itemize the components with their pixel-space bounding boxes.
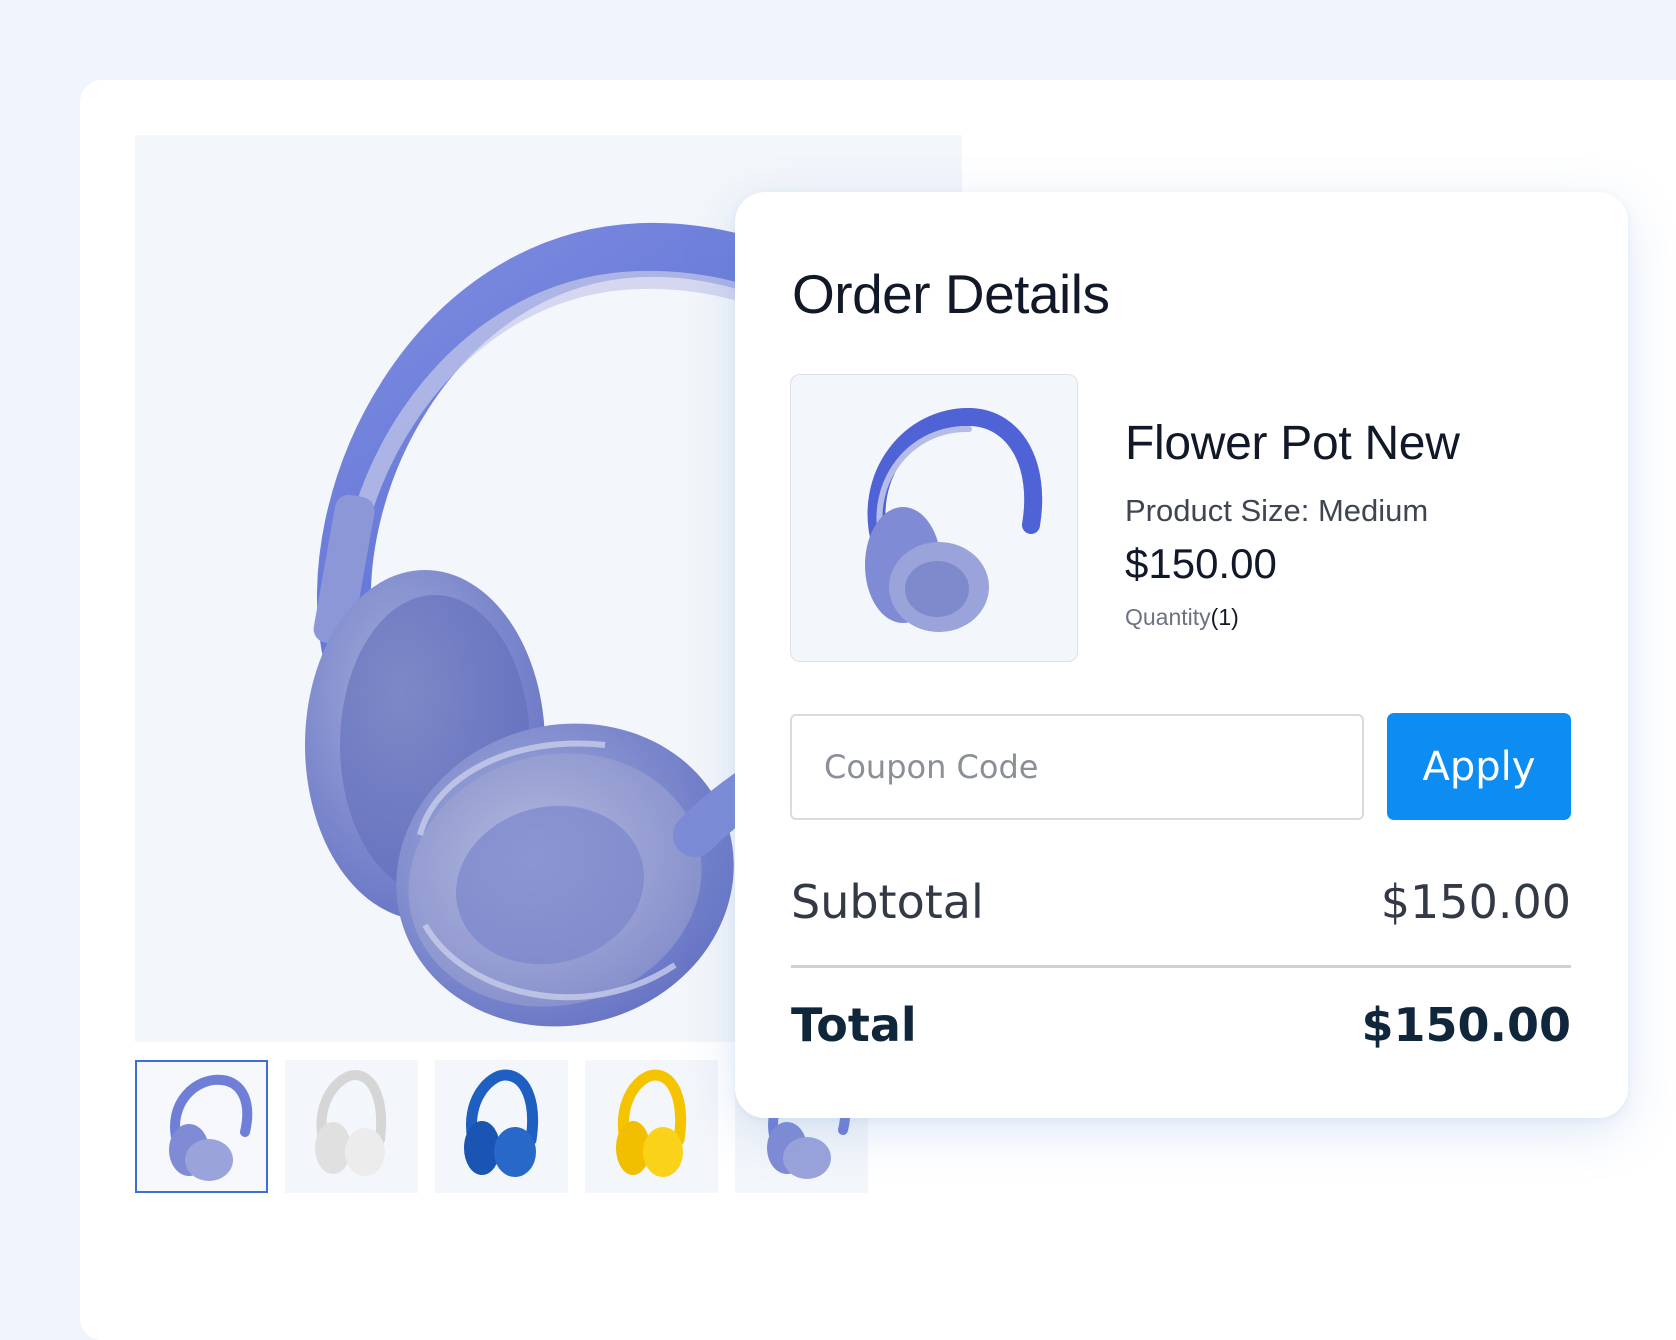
thumbnail-4[interactable]	[585, 1060, 718, 1193]
thumbnail-1[interactable]	[135, 1060, 268, 1193]
order-title: Order Details	[792, 263, 1110, 325]
product-price: $150.00	[1125, 540, 1277, 587]
total-value: $150.00	[1361, 998, 1571, 1052]
order-product-image	[790, 374, 1078, 662]
headphones-thumb-icon	[169, 1074, 253, 1181]
quantity-value: (1)	[1210, 604, 1239, 630]
apply-button[interactable]: Apply	[1387, 713, 1571, 820]
subtotal-label: Subtotal	[791, 875, 984, 929]
subtotal-value: $150.00	[1380, 875, 1571, 929]
total-label: Total	[791, 998, 917, 1052]
headphones-image	[865, 407, 1043, 632]
headphones-thumb-icon	[315, 1069, 387, 1176]
coupon-code-input[interactable]	[790, 714, 1364, 820]
quantity-label: Quantity	[1125, 604, 1211, 630]
quantity-row: Quantity(1)	[1125, 604, 1239, 631]
thumbnail-3[interactable]	[435, 1060, 568, 1193]
product-name: Flower Pot New	[1125, 417, 1460, 470]
product-size: Product Size: Medium	[1125, 493, 1429, 528]
headphones-thumb-icon	[464, 1069, 539, 1177]
headphones-thumb-icon	[616, 1069, 687, 1177]
order-details-card: Order Details Flower Pot New Product Siz…	[735, 192, 1628, 1118]
divider	[791, 965, 1571, 968]
thumbnail-2[interactable]	[285, 1060, 418, 1193]
